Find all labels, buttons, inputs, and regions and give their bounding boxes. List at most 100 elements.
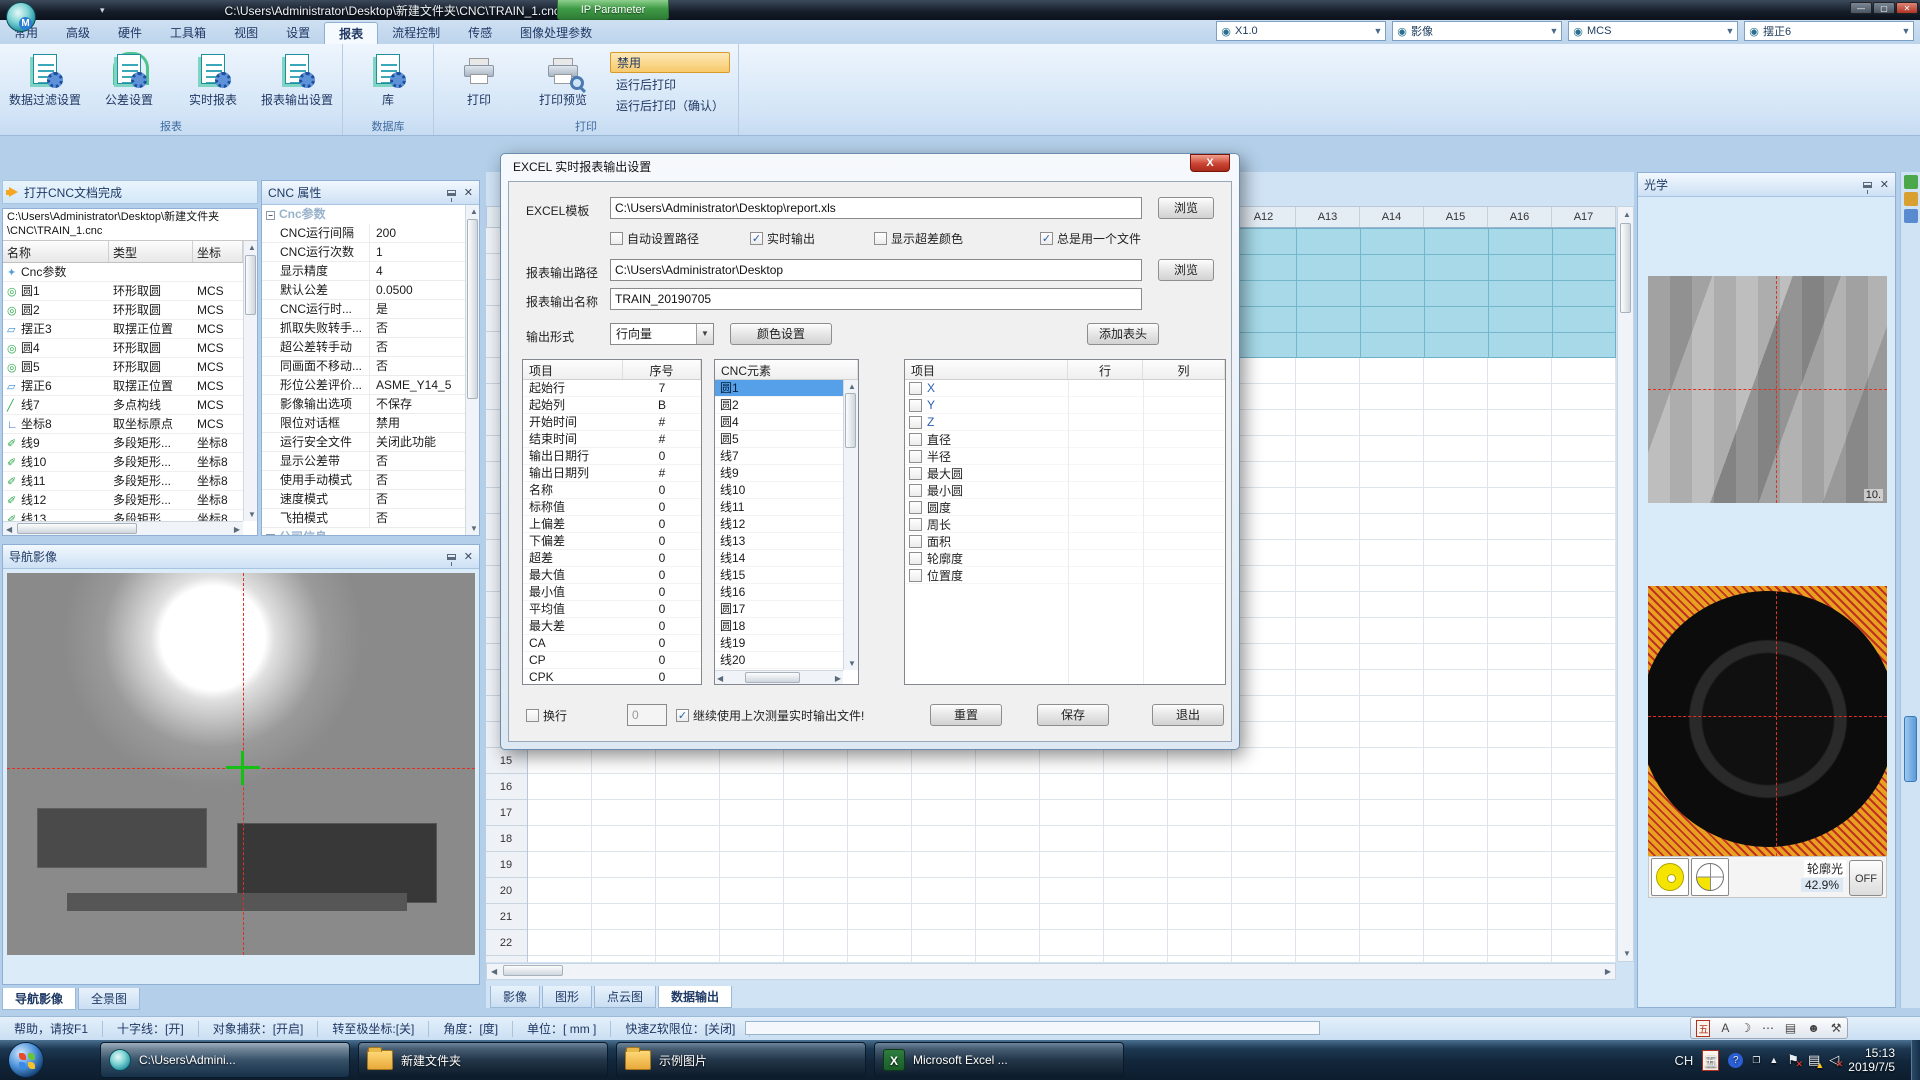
show-hidden-icons[interactable]: ▲ <box>1769 1055 1778 1065</box>
table-row[interactable]: ✐线10多段矩形...坐标8 <box>3 453 243 472</box>
exit-button[interactable]: 退出 <box>1152 704 1224 726</box>
cnc-element-item[interactable]: 线10 <box>715 482 843 499</box>
cnc-element-item[interactable]: 线9 <box>715 465 843 482</box>
cnc-element-item[interactable]: 线13 <box>715 533 843 550</box>
sheet-tab-数据输出[interactable]: 数据输出 <box>658 986 732 1008</box>
sheet-tab-点云图[interactable]: 点云图 <box>594 986 656 1008</box>
table-row[interactable]: ✐线13多段矩形...坐标8 <box>3 510 243 521</box>
sheet-row-header[interactable]: 21 <box>486 904 526 930</box>
ribbon-button-运行后打印[interactable]: 运行后打印 <box>610 75 730 94</box>
cnc-elements-hscrollbar[interactable]: ◀ ▶ <box>715 670 843 684</box>
list-item[interactable]: 下偏差0 <box>523 533 701 550</box>
list-item[interactable]: 最大差0 <box>523 618 701 635</box>
cnc-element-item[interactable]: 线16 <box>715 584 843 601</box>
color-settings-button[interactable]: 颜色设置 <box>730 323 832 345</box>
ribbon-tab-报表[interactable]: 报表 <box>324 22 378 44</box>
quick-combo[interactable]: ◉X1.0▼ <box>1216 21 1386 41</box>
language-indicator[interactable]: CH <box>1675 1053 1694 1068</box>
sheet-row-header[interactable]: 18 <box>486 826 526 852</box>
list-item[interactable]: 开始时间# <box>523 414 701 431</box>
checkbox-icon[interactable] <box>909 467 922 480</box>
ribbon-button-打印预览[interactable]: 打印预览 <box>526 48 600 108</box>
sheet-column-header[interactable]: A12 <box>1232 207 1296 227</box>
wrap-line-checkbox[interactable]: 换行 <box>526 707 567 724</box>
quick-access-caret-icon[interactable]: ▾ <box>100 5 105 16</box>
checkbox-icon[interactable] <box>874 232 887 245</box>
list-item[interactable]: 平均值0 <box>523 601 701 618</box>
ip-parameter-tab[interactable]: IP Parameter <box>557 0 669 20</box>
column-header[interactable]: 名称 <box>3 241 109 262</box>
property-row[interactable]: CNC运行时...是 <box>262 300 465 319</box>
element-table-vscrollbar[interactable]: ▲ ▼ <box>243 241 257 521</box>
cnc-element-item[interactable]: 线12 <box>715 516 843 533</box>
table-row[interactable]: ◎圆4环形取圆MCS <box>3 339 243 358</box>
element-table-hscrollbar[interactable]: ◀ ▶ <box>3 521 243 535</box>
checkbox-icon[interactable]: ✓ <box>1040 232 1053 245</box>
property-row[interactable]: 速度模式否 <box>262 490 465 509</box>
nav-tab-导航影像[interactable]: 导航影像 <box>2 988 76 1010</box>
ribbon-tab-传感[interactable]: 传感 <box>454 22 506 44</box>
chevron-down-icon[interactable]: ▼ <box>1547 26 1561 36</box>
table-row[interactable]: ∟坐标8取坐标原点MCS <box>3 415 243 434</box>
table-row[interactable]: ◎圆1环形取圆MCS <box>3 282 243 301</box>
sheet-column-header[interactable]: A14 <box>1360 207 1424 227</box>
sheet-column-header[interactable]: A16 <box>1488 207 1552 227</box>
property-row[interactable]: 显示公差带否 <box>262 452 465 471</box>
checkbox-icon[interactable]: ✓ <box>750 232 763 245</box>
collapse-icon[interactable]: − <box>266 211 275 220</box>
cnc-element-item[interactable]: 线7 <box>715 448 843 465</box>
cnc-element-item[interactable]: 圆17 <box>715 601 843 618</box>
sheet-row-header[interactable]: 16 <box>486 774 526 800</box>
cnc-element-item[interactable]: 线15 <box>715 567 843 584</box>
optics-camera-image[interactable] <box>1648 586 1887 856</box>
table-row[interactable]: ╱线7多点构线MCS <box>3 396 243 415</box>
ribbon-button-实时报表[interactable]: 实时报表 <box>176 48 250 108</box>
checkbox-icon[interactable] <box>909 484 922 497</box>
output-field-item[interactable]: 半径 <box>905 448 1225 465</box>
ribbon-tab-硬件[interactable]: 硬件 <box>104 22 156 44</box>
table-row[interactable]: ▱摆正6取摆正位置MCS <box>3 377 243 396</box>
ribbon-button-运行后打印（确认）[interactable]: 运行后打印（确认） <box>610 96 730 115</box>
cnc-elements-list[interactable]: CNC元素 圆1圆2圆4圆5线7线9线10线11线12线13线14线15线16圆… <box>714 359 859 685</box>
list-item[interactable]: 起始列B <box>523 397 701 414</box>
column-header[interactable]: 类型 <box>109 241 193 262</box>
table-row[interactable]: ✐线9多段矩形...坐标8 <box>3 434 243 453</box>
list-item[interactable]: 最小值0 <box>523 584 701 601</box>
navigation-camera-image[interactable] <box>7 573 475 955</box>
list-item[interactable]: CPK0 <box>523 669 701 686</box>
network-icon[interactable]: ▤▲ <box>1808 1052 1820 1068</box>
sheet-tab-图形[interactable]: 图形 <box>542 986 592 1008</box>
metus-logo-icon[interactable] <box>6 2 36 32</box>
table-row[interactable]: ◎圆5环形取圆MCS <box>3 358 243 377</box>
save-button[interactable]: 保存 <box>1037 704 1109 726</box>
tool-icon[interactable] <box>1904 175 1918 189</box>
help-icon[interactable]: ? <box>1728 1053 1743 1068</box>
taskbar-app-新建文件夹[interactable]: 新建文件夹 <box>358 1042 608 1078</box>
minimize-button[interactable]: — <box>1850 2 1872 14</box>
list-item[interactable]: 结束时间# <box>523 431 701 448</box>
property-row[interactable]: 超公差转手动否 <box>262 338 465 357</box>
sheet-column-header[interactable]: A17 <box>1552 207 1616 227</box>
output-field-item[interactable]: Z <box>905 414 1225 431</box>
property-row[interactable]: 显示精度4 <box>262 262 465 281</box>
checkbox-icon[interactable]: ✓ <box>676 709 689 722</box>
property-row[interactable]: CNC运行间隔200 <box>262 224 465 243</box>
output-field-item[interactable]: 面积 <box>905 533 1225 550</box>
sheet-row-header[interactable]: 22 <box>486 930 526 956</box>
sheet-tab-影像[interactable]: 影像 <box>490 986 540 1008</box>
ime-toolbar-icon[interactable]: 五 <box>1696 1020 1710 1037</box>
sheet-hscrollbar[interactable]: ◀ ▶ <box>486 963 1616 980</box>
table-row[interactable]: ◎圆2环形取圆MCS <box>3 301 243 320</box>
chevron-down-icon[interactable]: ▼ <box>1899 26 1913 36</box>
list-item[interactable]: 超差0 <box>523 550 701 567</box>
checkbox-icon[interactable] <box>909 382 922 395</box>
option-check-总是用一个文件[interactable]: ✓总是用一个文件 <box>1040 230 1141 247</box>
ribbon-tab-工具箱[interactable]: 工具箱 <box>156 22 220 44</box>
sheet-row-header[interactable]: 17 <box>486 800 526 826</box>
property-row[interactable]: 同画面不移动...否 <box>262 357 465 376</box>
taskbar-clock[interactable]: 15:13 2019/7/5 <box>1848 1046 1895 1074</box>
tool-icon[interactable] <box>1904 192 1918 206</box>
output-field-item[interactable]: 最大圆 <box>905 465 1225 482</box>
ribbon-button-公差设置[interactable]: 公差设置 <box>92 48 166 108</box>
close-icon[interactable]: ✕ <box>1880 178 1889 191</box>
